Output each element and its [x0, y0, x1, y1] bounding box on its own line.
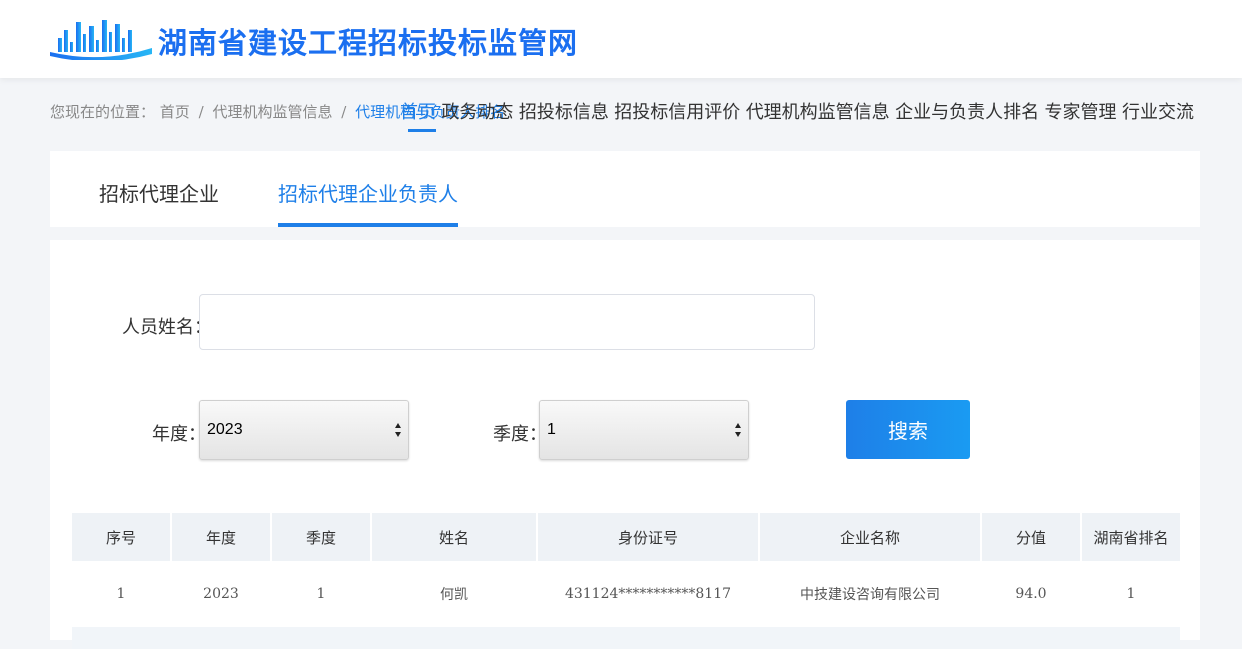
table-cell: 94.0 [1015, 586, 1047, 602]
table-cell: 何凯 [440, 587, 468, 603]
column-header: 分值 [982, 513, 1080, 561]
search-button[interactable]: 搜索 [846, 400, 970, 459]
table-cell: 2023 [203, 586, 239, 602]
table-cell: 1 [116, 586, 126, 602]
year-select-value: 2023 [207, 421, 243, 438]
column-header: 企业名称 [760, 513, 980, 561]
breadcrumb-item-home[interactable]: 首页 [160, 103, 190, 121]
nav-item-industry-exchange[interactable]: 行业交流 [1122, 99, 1194, 133]
nav-item-credit-evaluation[interactable]: 招投标信用评价 [614, 99, 740, 133]
nav-item-home[interactable]: 首页 [400, 99, 436, 133]
column-header: 湖南省排名 [1082, 513, 1180, 561]
column-header: 身份证号 [538, 513, 758, 561]
breadcrumb-item-agency-info[interactable]: 代理机构监管信息 [212, 103, 332, 121]
tabs-card: 招标代理企业 招标代理企业负责人 [50, 151, 1200, 227]
breadcrumb-separator: / [341, 103, 347, 121]
quarter-select-value: 1 [547, 421, 556, 438]
table-row: 1 2023 1 何凯 431124***********8117 中技建设咨询… [72, 561, 1180, 627]
name-input[interactable] [199, 294, 815, 350]
tab-agency-managers[interactable]: 招标代理企业负责人 [278, 178, 458, 227]
table-header-row: 序号 年度 季度 姓名 身份证号 企业名称 分值 湖南省排名 [72, 513, 1180, 561]
column-header: 姓名 [372, 513, 536, 561]
table-row [72, 627, 1180, 649]
main-nav: 首页 政务动态 招投标信息 招投标信用评价 代理机构监管信息 企业与负责人排名 … [400, 99, 1194, 133]
breadcrumb-prefix: 您现在的位置： [50, 103, 156, 121]
column-header: 序号 [72, 513, 170, 561]
site-header: 湖南省建设工程招标投标监管网 [0, 0, 1242, 78]
year-label: 年度： [152, 424, 206, 445]
column-header: 年度 [172, 513, 270, 561]
site-logo-icon[interactable] [50, 18, 152, 60]
table-cell: 1 [1126, 586, 1136, 602]
nav-item-bidding-info[interactable]: 招投标信息 [519, 99, 609, 133]
breadcrumb-separator: / [198, 103, 204, 121]
table-cell: 1 [316, 586, 326, 602]
nav-item-agency-supervision[interactable]: 代理机构监管信息 [746, 99, 890, 133]
site-title: 湖南省建设工程招标投标监管网 [158, 26, 579, 60]
nav-item-news[interactable]: 政务动态 [441, 99, 513, 133]
select-arrows-icon [735, 423, 741, 437]
table-row-placeholder [72, 627, 1180, 649]
quarter-select[interactable]: 1 [539, 400, 749, 460]
select-arrows-icon [395, 423, 401, 437]
nav-item-ranking[interactable]: 企业与负责人排名 [895, 99, 1039, 133]
main-card: 人员姓名： 年度： 2023 季度： 1 搜索 序号 年度 季度 姓名 身份证号… [50, 240, 1200, 649]
table-cell: 431124***********8117 [564, 586, 732, 602]
table-cell: 中技建设咨询有限公司 [800, 587, 940, 603]
column-header: 季度 [272, 513, 370, 561]
nav-item-expert-management[interactable]: 专家管理 [1045, 99, 1117, 133]
tab-agency-companies[interactable]: 招标代理企业 [99, 178, 219, 227]
ranking-table: 序号 年度 季度 姓名 身份证号 企业名称 分值 湖南省排名 1 2023 1 … [70, 513, 1182, 649]
year-select[interactable]: 2023 [199, 400, 409, 460]
